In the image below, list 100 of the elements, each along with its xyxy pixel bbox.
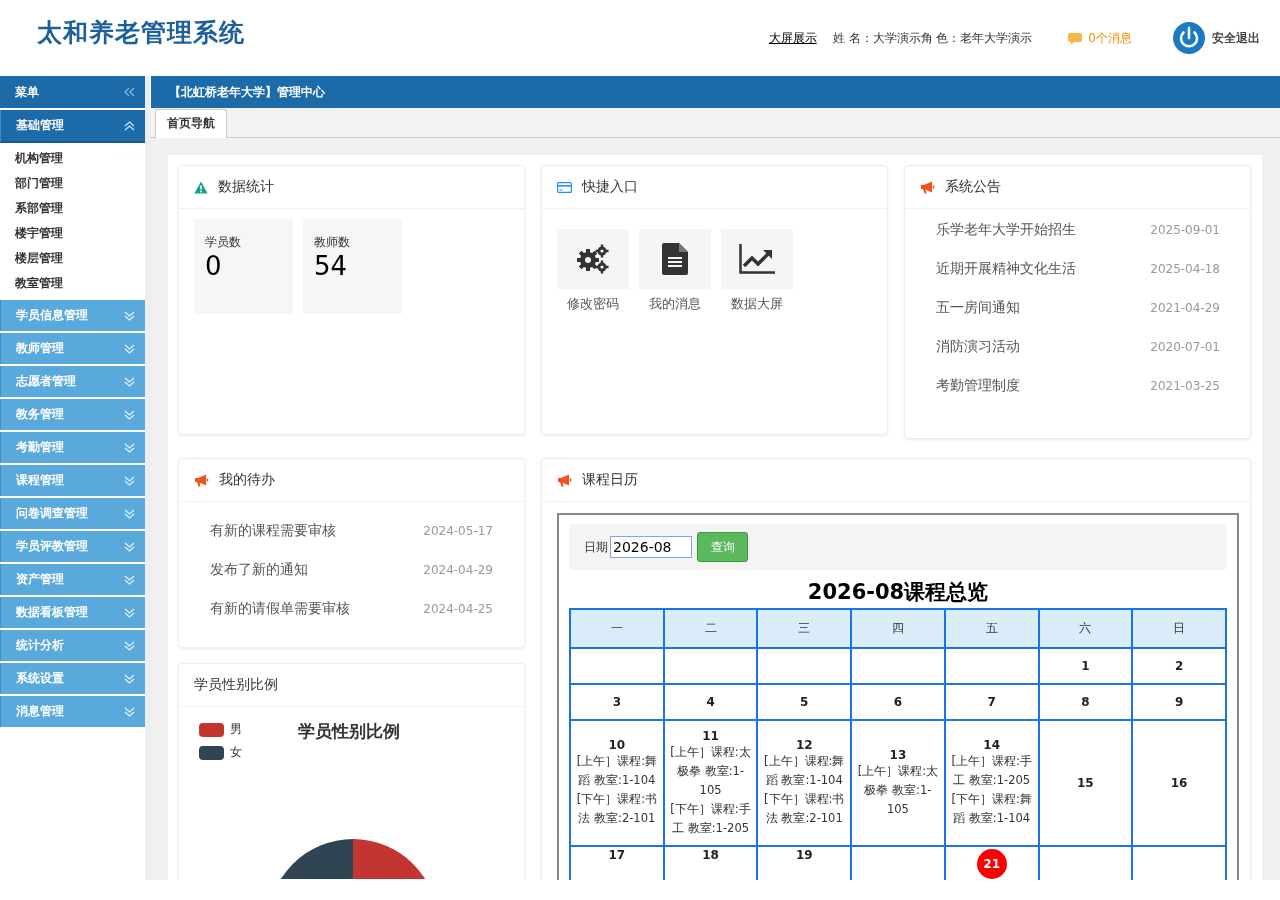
legend-swatch[interactable] bbox=[199, 745, 224, 760]
day-number: 2 bbox=[1174, 659, 1184, 673]
todo-link[interactable]: 有新的请假单需要审核 bbox=[210, 600, 350, 618]
day-cell[interactable]: 2 bbox=[1132, 648, 1226, 684]
todo-date: 2024-04-29 bbox=[423, 563, 493, 577]
weekday-header: 一 bbox=[570, 609, 664, 648]
day-cell[interactable]: 9 bbox=[1132, 684, 1226, 720]
chevron-icon bbox=[124, 376, 135, 387]
logout-link[interactable]: 安全退出 bbox=[1212, 29, 1260, 47]
notice-date: 2021-03-25 bbox=[1150, 379, 1220, 393]
day-number: 16 bbox=[1170, 776, 1188, 790]
chevron-icon bbox=[124, 706, 135, 717]
chart-title: 学员性别比例 bbox=[298, 720, 400, 743]
notice-link[interactable]: 消防演习活动 bbox=[936, 338, 1020, 356]
course-entry: [上午］课程:手工 教室:1-205 bbox=[950, 753, 1033, 789]
warning-icon bbox=[194, 180, 208, 194]
day-cell[interactable]: 5 bbox=[757, 684, 852, 720]
chevron-icon bbox=[124, 640, 135, 651]
day-cell[interactable]: 6 bbox=[851, 684, 945, 720]
day-cell[interactable] bbox=[570, 648, 664, 684]
chevron-icon bbox=[124, 120, 135, 131]
power-icon[interactable] bbox=[1172, 21, 1206, 55]
day-cell[interactable]: 14 [上午］课程:手工 教室:1-205 [下午］课程:舞蹈 教室:1-104 bbox=[944, 720, 1039, 846]
day-number: 12 bbox=[795, 738, 813, 752]
chat-bubble-icon bbox=[1068, 31, 1083, 45]
day-cell[interactable]: 15 bbox=[1038, 720, 1133, 846]
menu-item[interactable]: 教室管理 bbox=[0, 271, 145, 296]
menu-item[interactable]: 楼宇管理 bbox=[0, 221, 145, 246]
day-number: 18 bbox=[702, 848, 719, 862]
day-number: 3 bbox=[612, 695, 622, 709]
card-title: 学员性别比例 bbox=[194, 676, 278, 694]
notice-link[interactable]: 考勤管理制度 bbox=[936, 377, 1020, 395]
legend-label[interactable]: 男 bbox=[230, 721, 242, 738]
shortcut-tile[interactable] bbox=[557, 229, 629, 289]
day-number: 1 bbox=[1081, 659, 1090, 673]
day-cell[interactable]: 12 [上午］课程:舞蹈 教室:1-104 [下午］课程:书法 教室:2-101 bbox=[757, 720, 852, 846]
todo-link[interactable]: 有新的课程需要审核 bbox=[210, 522, 336, 540]
date-field[interactable]: 2026-08 bbox=[610, 536, 692, 558]
collapse-icon[interactable] bbox=[124, 87, 135, 97]
notice-link[interactable]: 近期开展精神文化生活 bbox=[936, 260, 1076, 278]
day-cell[interactable] bbox=[851, 648, 945, 684]
day-number: 4 bbox=[706, 695, 715, 709]
chevron-icon bbox=[124, 574, 135, 585]
stat-value: 0 bbox=[205, 251, 223, 281]
day-cell[interactable] bbox=[663, 648, 758, 684]
day-cell[interactable]: 17 bbox=[570, 846, 664, 880]
notice-date: 2021-04-29 bbox=[1150, 301, 1220, 315]
menu-item[interactable]: 楼层管理 bbox=[0, 246, 145, 271]
calendar-heading: 2026-08课程总览 bbox=[806, 579, 990, 606]
legend-label[interactable]: 女 bbox=[230, 744, 242, 761]
day-cell[interactable]: 13 [上午］课程:太极拳 教室:1-105 bbox=[851, 720, 945, 846]
chevron-icon bbox=[124, 607, 135, 618]
day-cell[interactable]: 4 bbox=[663, 684, 758, 720]
chevron-icon bbox=[124, 673, 135, 684]
shortcut-label[interactable]: 数据大屏 bbox=[731, 295, 783, 313]
menu-title: 菜单 bbox=[15, 83, 39, 101]
day-cell[interactable]: 3 bbox=[570, 684, 664, 720]
megaphone-icon bbox=[557, 473, 572, 487]
day-number: 15 bbox=[1077, 776, 1094, 790]
menu-item[interactable]: 部门管理 bbox=[0, 171, 145, 196]
chevron-icon bbox=[124, 310, 135, 321]
big-screen-link[interactable]: 大屏展示 bbox=[768, 29, 817, 47]
course-entry: [上午］课程:舞蹈 教室:1-104 bbox=[763, 753, 846, 789]
tab[interactable]: 首页导航 bbox=[155, 109, 227, 138]
document-icon bbox=[662, 243, 688, 275]
legend-swatch[interactable] bbox=[199, 722, 224, 737]
shortcut-tile[interactable] bbox=[639, 229, 711, 289]
notice-link[interactable]: 乐学老年大学开始招生 bbox=[936, 221, 1076, 239]
day-number: 21 bbox=[976, 849, 1007, 879]
notice-link[interactable]: 五一房间通知 bbox=[936, 299, 1020, 317]
course-entry: [下午］课程:手工 教室:1-205 bbox=[669, 800, 752, 837]
todo-link[interactable]: 发布了新的通知 bbox=[210, 561, 308, 579]
shortcut-label[interactable]: 修改密码 bbox=[567, 295, 619, 313]
weekday-header: 五 bbox=[944, 609, 1039, 648]
day-cell[interactable]: 11 [上午］课程:太极拳 教室:1-105 [下午］课程:手工 教室:1-205 bbox=[663, 720, 758, 846]
day-cell[interactable]: 1 bbox=[1038, 648, 1133, 684]
weekday-header: 四 bbox=[851, 609, 945, 648]
shortcut-label[interactable]: 我的消息 bbox=[649, 295, 701, 313]
day-cell[interactable] bbox=[944, 648, 1039, 684]
day-cell[interactable]: 8 bbox=[1038, 684, 1133, 720]
user-info: 姓 名：大学演示角 色：老年大学演示 bbox=[832, 29, 1033, 47]
chevron-icon bbox=[124, 541, 135, 552]
course-entry: [下午］课程:书法 教室:2-101 bbox=[575, 791, 659, 827]
day-cell[interactable]: 16 bbox=[1132, 720, 1226, 846]
day-cell[interactable]: 10 [上午］课程:舞蹈 教室:1-104 [下午］课程:书法 教室:2-101 bbox=[570, 720, 664, 846]
shortcut-tile[interactable] bbox=[721, 229, 793, 289]
weekday-header: 日 bbox=[1132, 609, 1226, 648]
day-cell[interactable] bbox=[757, 648, 852, 684]
menu-group[interactable]: 基础管理 bbox=[0, 110, 145, 143]
menu-item[interactable]: 机构管理 bbox=[0, 146, 145, 171]
day-cell[interactable]: 7 bbox=[944, 684, 1039, 720]
card-title: 我的待办 bbox=[219, 471, 275, 489]
stat-label: 学员数 bbox=[205, 234, 242, 251]
stat-value: 54 bbox=[314, 251, 349, 281]
day-number: 13 bbox=[889, 747, 907, 762]
day-number: 7 bbox=[987, 695, 996, 709]
weekday-header: 六 bbox=[1038, 609, 1133, 648]
menu-item[interactable]: 系部管理 bbox=[0, 196, 145, 221]
day-number: 9 bbox=[1174, 695, 1184, 709]
course-entry: [上午］课程:太极拳 教室:1-105 bbox=[669, 743, 752, 799]
